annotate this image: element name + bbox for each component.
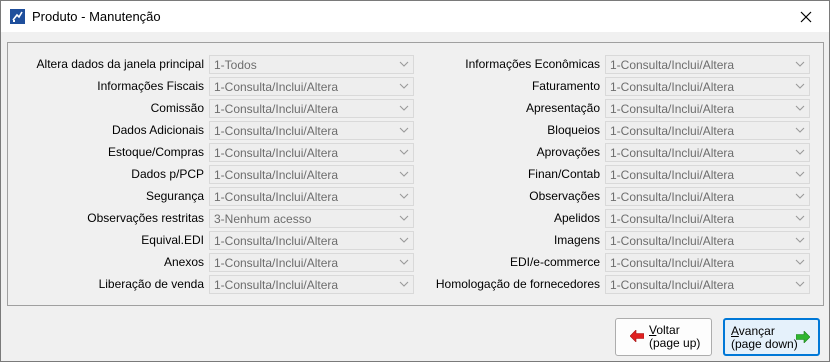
back-button-label: Voltar (page up) bbox=[649, 323, 701, 350]
permission-select-value: 1-Consulta/Inclui/Altera bbox=[610, 190, 735, 204]
app-icon bbox=[10, 9, 25, 24]
permission-select[interactable]: 1-Consulta/Inclui/Altera bbox=[605, 209, 810, 228]
chevron-down-icon bbox=[795, 149, 805, 155]
field-label: Apresentação bbox=[525, 101, 600, 115]
permission-select-value: 1-Consulta/Inclui/Altera bbox=[610, 102, 735, 116]
field-label: Homologação de fornecedores bbox=[435, 277, 600, 291]
permission-select[interactable]: 1-Consulta/Inclui/Altera bbox=[605, 143, 810, 162]
dialog-window: Produto - Manutenção Altera dados da jan… bbox=[0, 0, 830, 362]
field-row: Apresentação 1-Consulta/Inclui/Altera bbox=[8, 99, 823, 118]
permission-select-value: 1-Consulta/Inclui/Altera bbox=[610, 278, 735, 292]
field-row: Faturamento 1-Consulta/Inclui/Altera bbox=[8, 77, 823, 96]
field-label: EDI/e-commerce bbox=[509, 255, 600, 269]
next-button[interactable]: Avançar (page down) bbox=[723, 318, 820, 356]
permission-select[interactable]: 1-Consulta/Inclui/Altera bbox=[605, 77, 810, 96]
permission-select-value: 1-Consulta/Inclui/Altera bbox=[610, 58, 735, 72]
field-row: Informações Econômicas 1-Consulta/Inclui/… bbox=[8, 55, 823, 74]
next-button-label: Avançar (page down) bbox=[731, 324, 798, 351]
back-button[interactable]: Voltar (page up) bbox=[615, 318, 712, 356]
chevron-down-icon bbox=[795, 193, 805, 199]
field-label: Imagens bbox=[553, 233, 600, 247]
field-label: Finan/Contab bbox=[527, 167, 600, 181]
field-label: Informações Econômicas bbox=[465, 57, 600, 71]
field-label: Bloqueios bbox=[547, 123, 600, 137]
arrow-left-icon bbox=[630, 330, 644, 342]
field-label: Faturamento bbox=[531, 79, 600, 93]
chevron-down-icon bbox=[795, 237, 805, 243]
field-row: Observações 1-Consulta/Inclui/Altera bbox=[8, 187, 823, 206]
chevron-down-icon bbox=[795, 83, 805, 89]
permission-select[interactable]: 1-Consulta/Inclui/Altera bbox=[605, 121, 810, 140]
chevron-down-icon bbox=[795, 127, 805, 133]
chevron-down-icon bbox=[795, 259, 805, 265]
title-bar: Produto - Manutenção bbox=[1, 1, 829, 32]
chevron-down-icon bbox=[795, 171, 805, 177]
field-row: EDI/e-commerce 1-Consulta/Inclui/Altera bbox=[8, 253, 823, 272]
permission-select[interactable]: 1-Consulta/Inclui/Altera bbox=[605, 165, 810, 184]
field-row: Apelidos 1-Consulta/Inclui/Altera bbox=[8, 209, 823, 228]
permission-select-value: 1-Consulta/Inclui/Altera bbox=[610, 234, 735, 248]
permissions-panel: Altera dados da janela principal 1-Todos I… bbox=[7, 42, 824, 306]
permission-select[interactable]: 1-Consulta/Inclui/Altera bbox=[605, 55, 810, 74]
permission-select[interactable]: 1-Consulta/Inclui/Altera bbox=[605, 253, 810, 272]
field-label: Aprovações bbox=[536, 145, 600, 159]
permission-select-value: 1-Consulta/Inclui/Altera bbox=[610, 124, 735, 138]
permission-select-value: 1-Consulta/Inclui/Altera bbox=[610, 146, 735, 160]
field-row: Finan/Contab 1-Consulta/Inclui/Altera bbox=[8, 165, 823, 184]
permission-select-value: 1-Consulta/Inclui/Altera bbox=[610, 80, 735, 94]
field-row: Imagens 1-Consulta/Inclui/Altera bbox=[8, 231, 823, 250]
chevron-down-icon bbox=[795, 215, 805, 221]
arrow-right-icon bbox=[796, 331, 810, 343]
window-title: Produto - Manutenção bbox=[32, 9, 161, 24]
permission-select[interactable]: 1-Consulta/Inclui/Altera bbox=[605, 275, 810, 294]
chevron-down-icon bbox=[795, 281, 805, 287]
permission-select-value: 1-Consulta/Inclui/Altera bbox=[610, 168, 735, 182]
permission-select[interactable]: 1-Consulta/Inclui/Altera bbox=[605, 231, 810, 250]
field-row: Homologação de fornecedores 1-Consulta/In… bbox=[8, 275, 823, 294]
close-icon bbox=[800, 11, 812, 22]
permission-select-value: 1-Consulta/Inclui/Altera bbox=[610, 212, 735, 226]
chevron-down-icon bbox=[795, 61, 805, 67]
field-row: Aprovações 1-Consulta/Inclui/Altera bbox=[8, 143, 823, 162]
permission-select[interactable]: 1-Consulta/Inclui/Altera bbox=[605, 187, 810, 206]
field-row: Bloqueios 1-Consulta/Inclui/Altera bbox=[8, 121, 823, 140]
chevron-down-icon bbox=[795, 105, 805, 111]
field-label: Observações bbox=[529, 189, 600, 203]
close-button[interactable] bbox=[783, 1, 829, 32]
permission-select[interactable]: 1-Consulta/Inclui/Altera bbox=[605, 99, 810, 118]
field-label: Apelidos bbox=[553, 211, 600, 225]
permission-select-value: 1-Consulta/Inclui/Altera bbox=[610, 256, 735, 270]
